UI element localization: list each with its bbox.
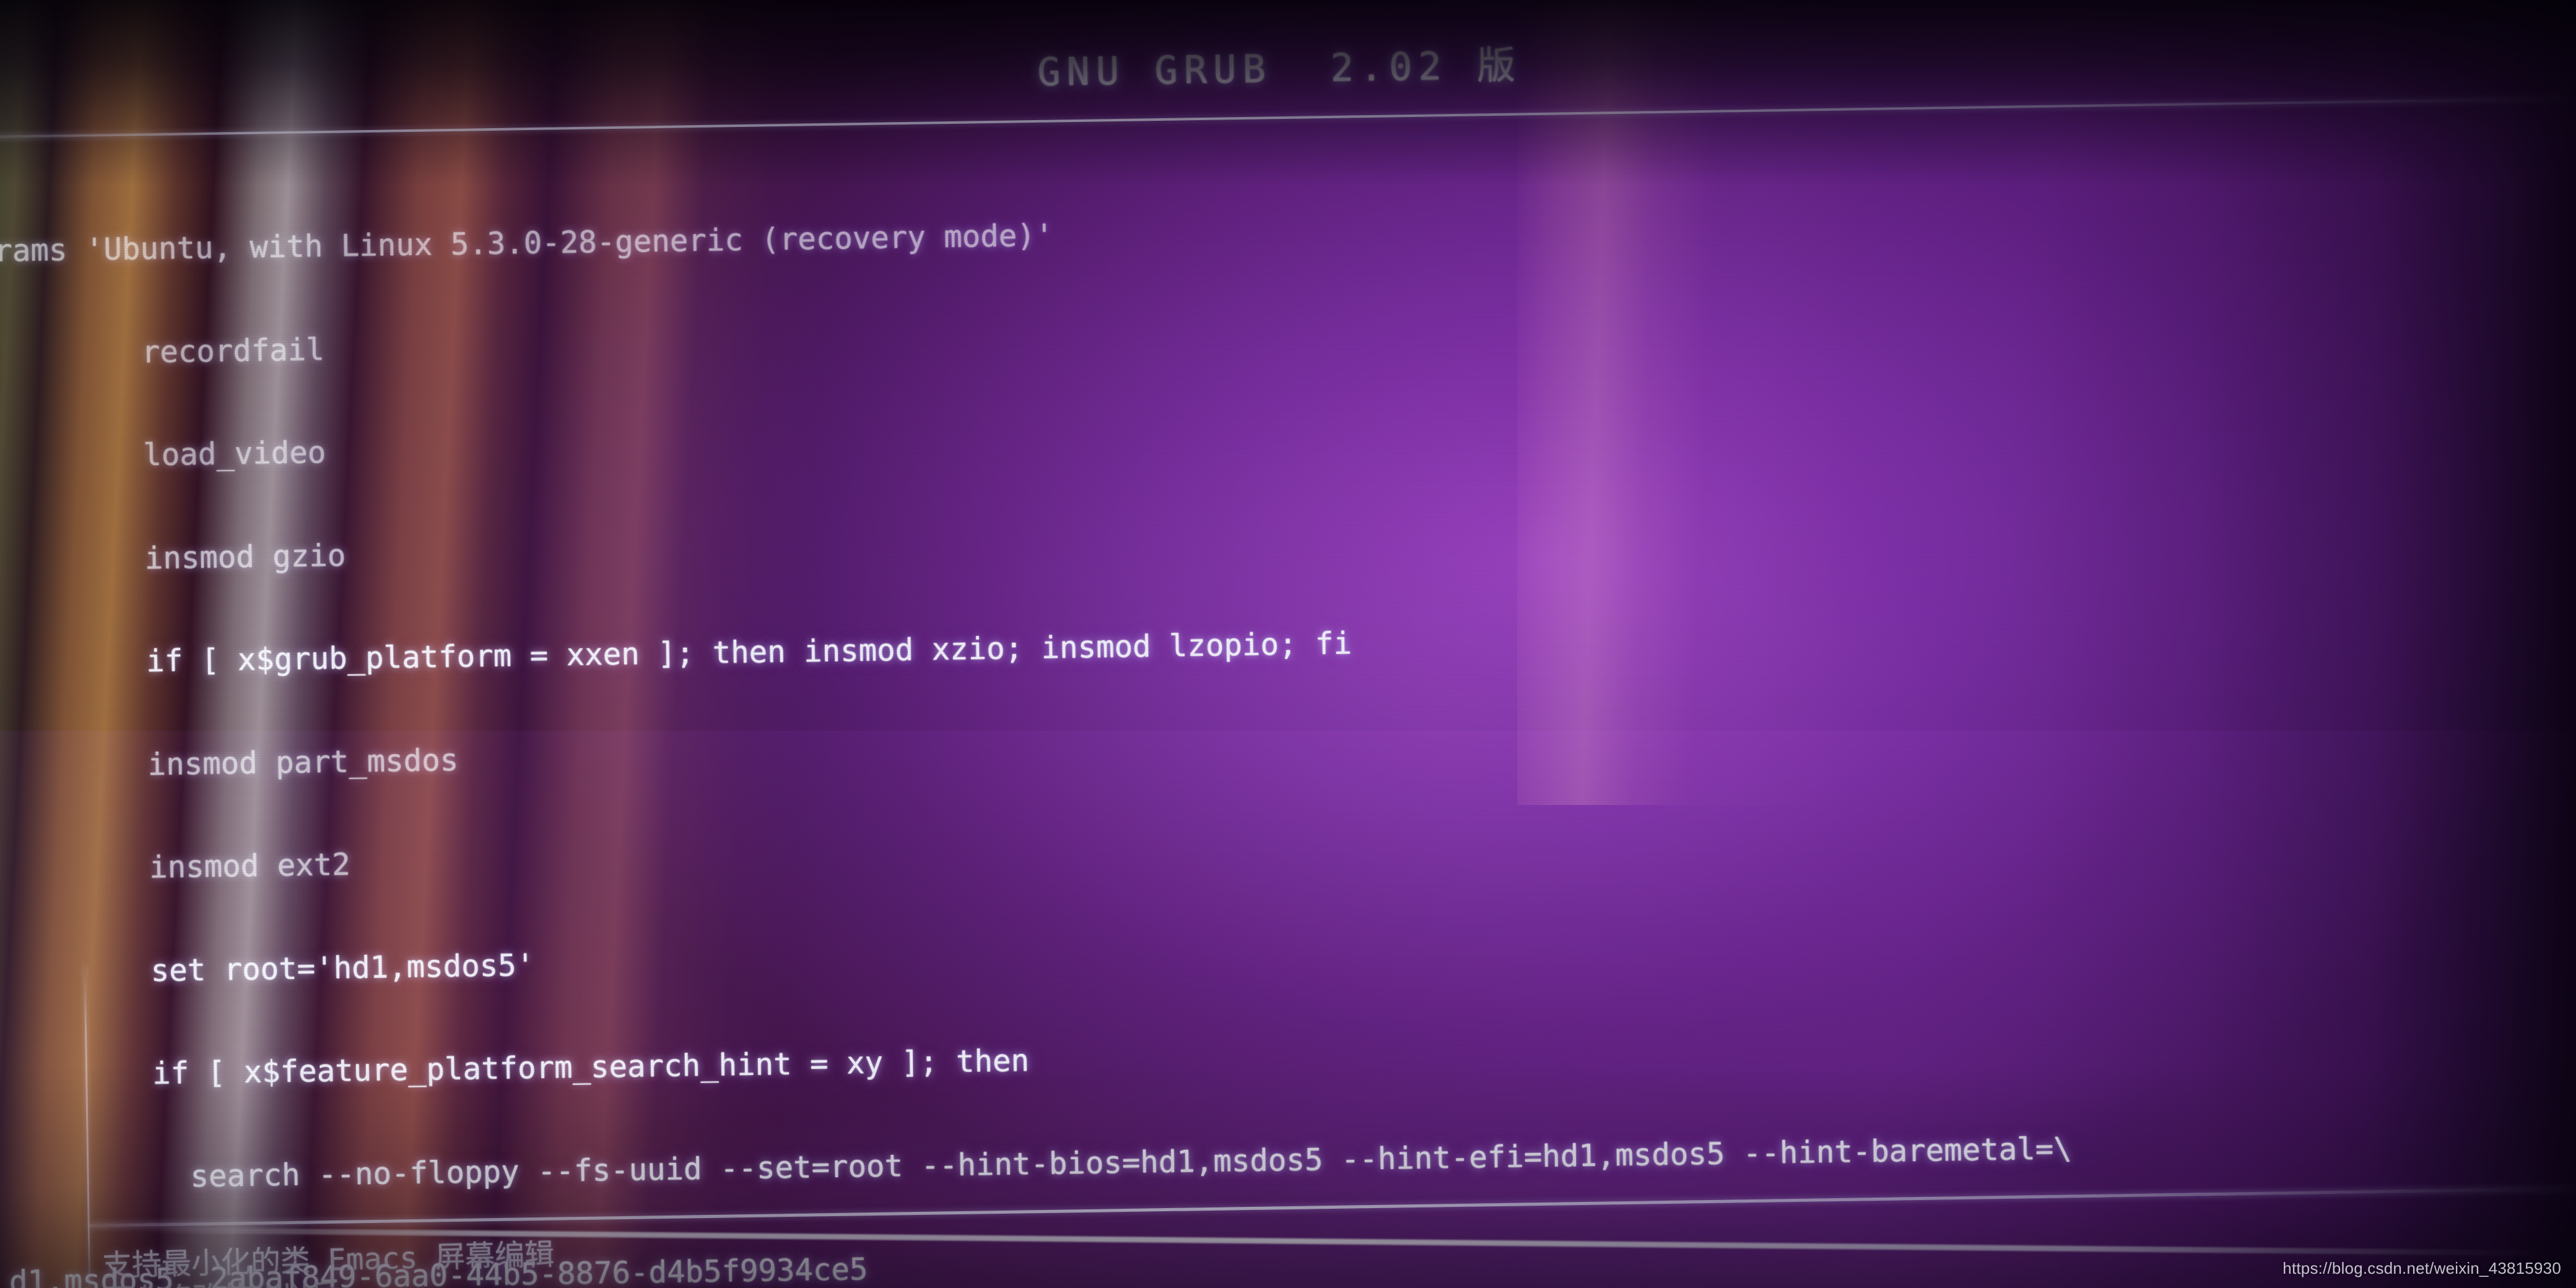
grub-boot-screen-photo: GNU GRUB 2.02 版 rams 'Ubuntu, with Linux…	[0, 0, 2576, 1288]
page-title: GNU GRUB 2.02 版	[1037, 42, 1522, 95]
code-line: set root='hd1,msdos5'	[4, 947, 535, 991]
grub-edit-code-block[interactable]: rams 'Ubuntu, with Linux 5.3.0-28-generi…	[0, 127, 2576, 1288]
code-line: search --no-floppy --fs-uuid --set=root …	[7, 1130, 2073, 1197]
code-line: insmod part_msdos	[1, 742, 459, 785]
source-watermark: https://blog.csdn.net/weixin_43815930	[2282, 1259, 2561, 1277]
code-line: rams 'Ubuntu, with Linux 5.3.0-28-generi…	[0, 217, 1054, 269]
code-line: insmod gzio	[0, 537, 346, 578]
code-line: if [ x$feature_platform_search_hint = xy…	[6, 1043, 1030, 1094]
screen-content-plane: GNU GRUB 2.02 版 rams 'Ubuntu, with Linux…	[0, 0, 2576, 1288]
code-line: insmod ext2	[2, 846, 351, 887]
code-line: recordfail	[0, 331, 325, 372]
code-line: if [ x$grub_platform = xxen ]; then insm…	[0, 625, 1352, 681]
code-line: load_video	[0, 435, 326, 475]
